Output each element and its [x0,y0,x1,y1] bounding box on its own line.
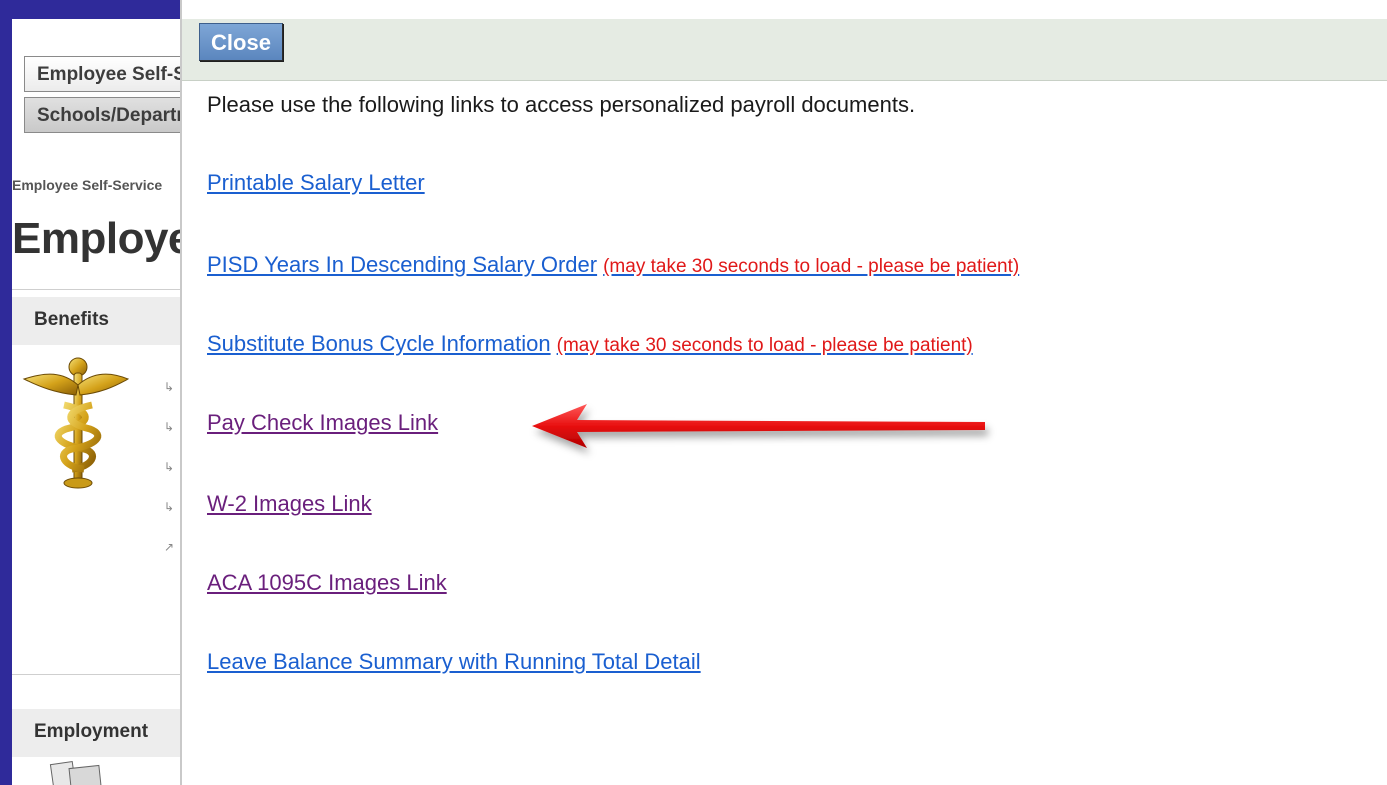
arrow-annotation [532,404,985,448]
pay-check-images-link[interactable]: Pay Check Images Link [207,410,438,436]
link-label[interactable]: Printable Salary Letter [207,170,425,195]
link-label[interactable]: Substitute Bonus Cycle Information [207,331,551,356]
close-button[interactable]: Close [199,23,283,61]
link-label[interactable]: Pay Check Images Link [207,410,438,435]
page-title: Employee [12,214,192,263]
bullet-list-icon: ↳ ↳ ↳ ↳ ↗ [164,380,175,554]
link-label[interactable]: Leave Balance Summary with Running Total… [207,649,701,674]
divider [12,674,192,675]
employment-icon [49,761,102,785]
link-label[interactable]: ACA 1095C Images Link [207,570,447,595]
load-time-note: (may take 30 seconds to load - please be… [603,256,1020,277]
pisd-years-salary-order-link[interactable]: PISD Years In Descending Salary Order (ma… [207,252,1019,278]
caduceus-icon [22,357,130,489]
leave-balance-summary-link[interactable]: Leave Balance Summary with Running Total… [207,649,701,675]
link-label[interactable]: W-2 Images Link [207,491,372,516]
link-label[interactable]: PISD Years In Descending Salary Order [207,252,597,277]
background-page: Employee Self-Service Schools/Department… [12,19,192,785]
breadcrumb: Employee Self-Service [12,177,163,193]
section-employment-header: Employment [12,709,192,757]
aca-1095c-images-link[interactable]: ACA 1095C Images Link [207,570,447,596]
section-benefits-header: Benefits [12,297,192,345]
substitute-bonus-cycle-link[interactable]: Substitute Bonus Cycle Information (may t… [207,331,973,357]
w2-images-link[interactable]: W-2 Images Link [207,491,372,517]
tab-employee-self-service[interactable]: Employee Self-Service [24,56,192,92]
dialog-header: Close [182,19,1387,81]
divider [12,289,192,290]
payroll-documents-dialog: Close Please use the following links to … [180,0,1387,785]
printable-salary-letter-link[interactable]: Printable Salary Letter [207,170,425,196]
intro-text: Please use the following links to access… [207,92,916,117]
load-time-note: (may take 30 seconds to load - please be… [556,335,973,356]
tab-schools-departments[interactable]: Schools/Departments [24,97,192,133]
